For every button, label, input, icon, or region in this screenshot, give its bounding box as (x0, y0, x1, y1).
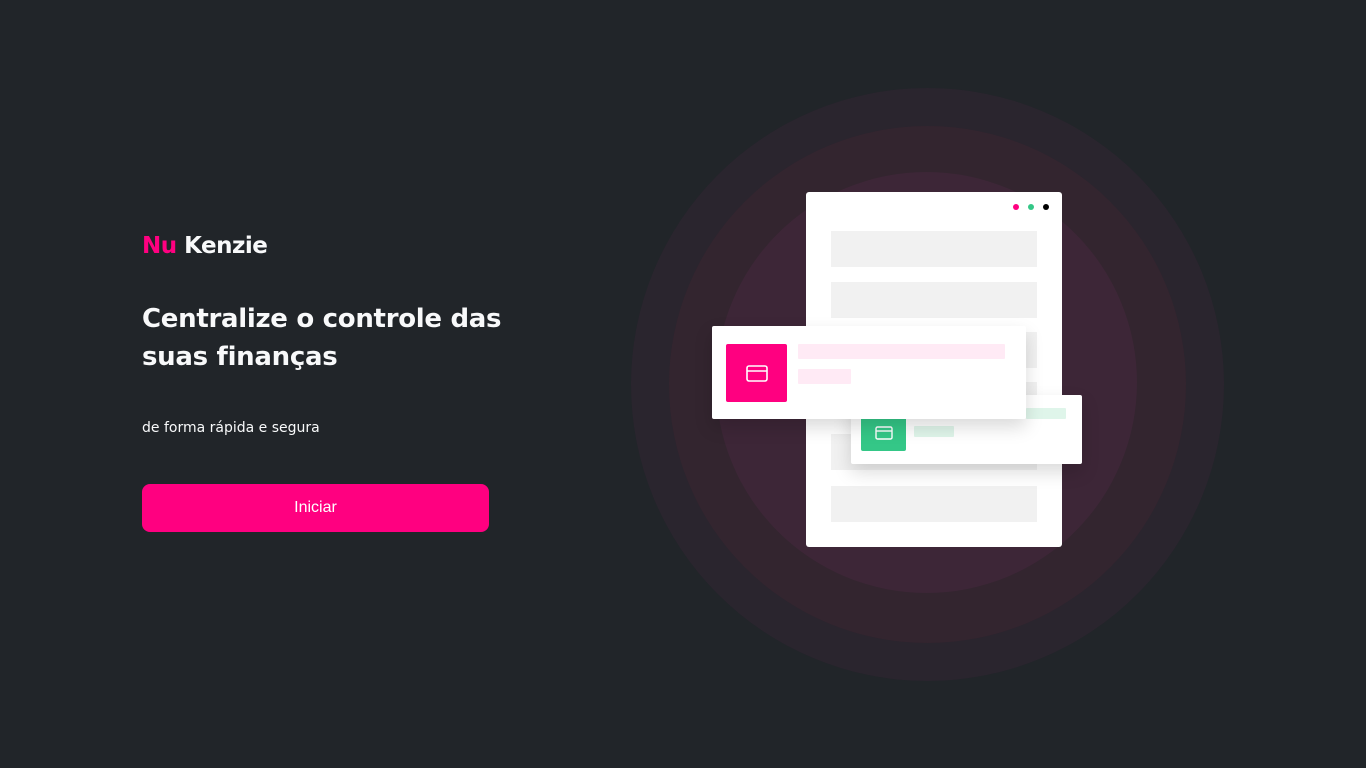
window-dot-green (1028, 204, 1034, 210)
hero-subtitle: de forma rápida e segura (142, 420, 320, 436)
credit-card-icon (861, 415, 906, 451)
landing-page: Nu Kenzie Centralize o controle das suas… (0, 0, 1366, 768)
logo: Nu Kenzie (142, 232, 502, 260)
logo-name: Kenzie (184, 233, 268, 259)
placeholder-line (798, 344, 1005, 359)
credit-card-icon (726, 344, 787, 402)
logo-accent: Nu (142, 233, 177, 259)
placeholder-line (914, 426, 954, 437)
placeholder-line (798, 369, 851, 384)
start-button[interactable]: Iniciar (142, 484, 489, 532)
illustration-card-expense (712, 326, 1026, 419)
placeholder-row (831, 486, 1037, 522)
window-dot-pink (1013, 204, 1019, 210)
placeholder-row (831, 282, 1037, 318)
window-dot-black (1043, 204, 1049, 210)
placeholder-line (1026, 408, 1066, 419)
placeholder-row (831, 231, 1037, 267)
hero-headline: Centralize o controle das suas finanças (142, 304, 502, 372)
hero-section: Nu Kenzie Centralize o controle das suas… (142, 232, 502, 438)
